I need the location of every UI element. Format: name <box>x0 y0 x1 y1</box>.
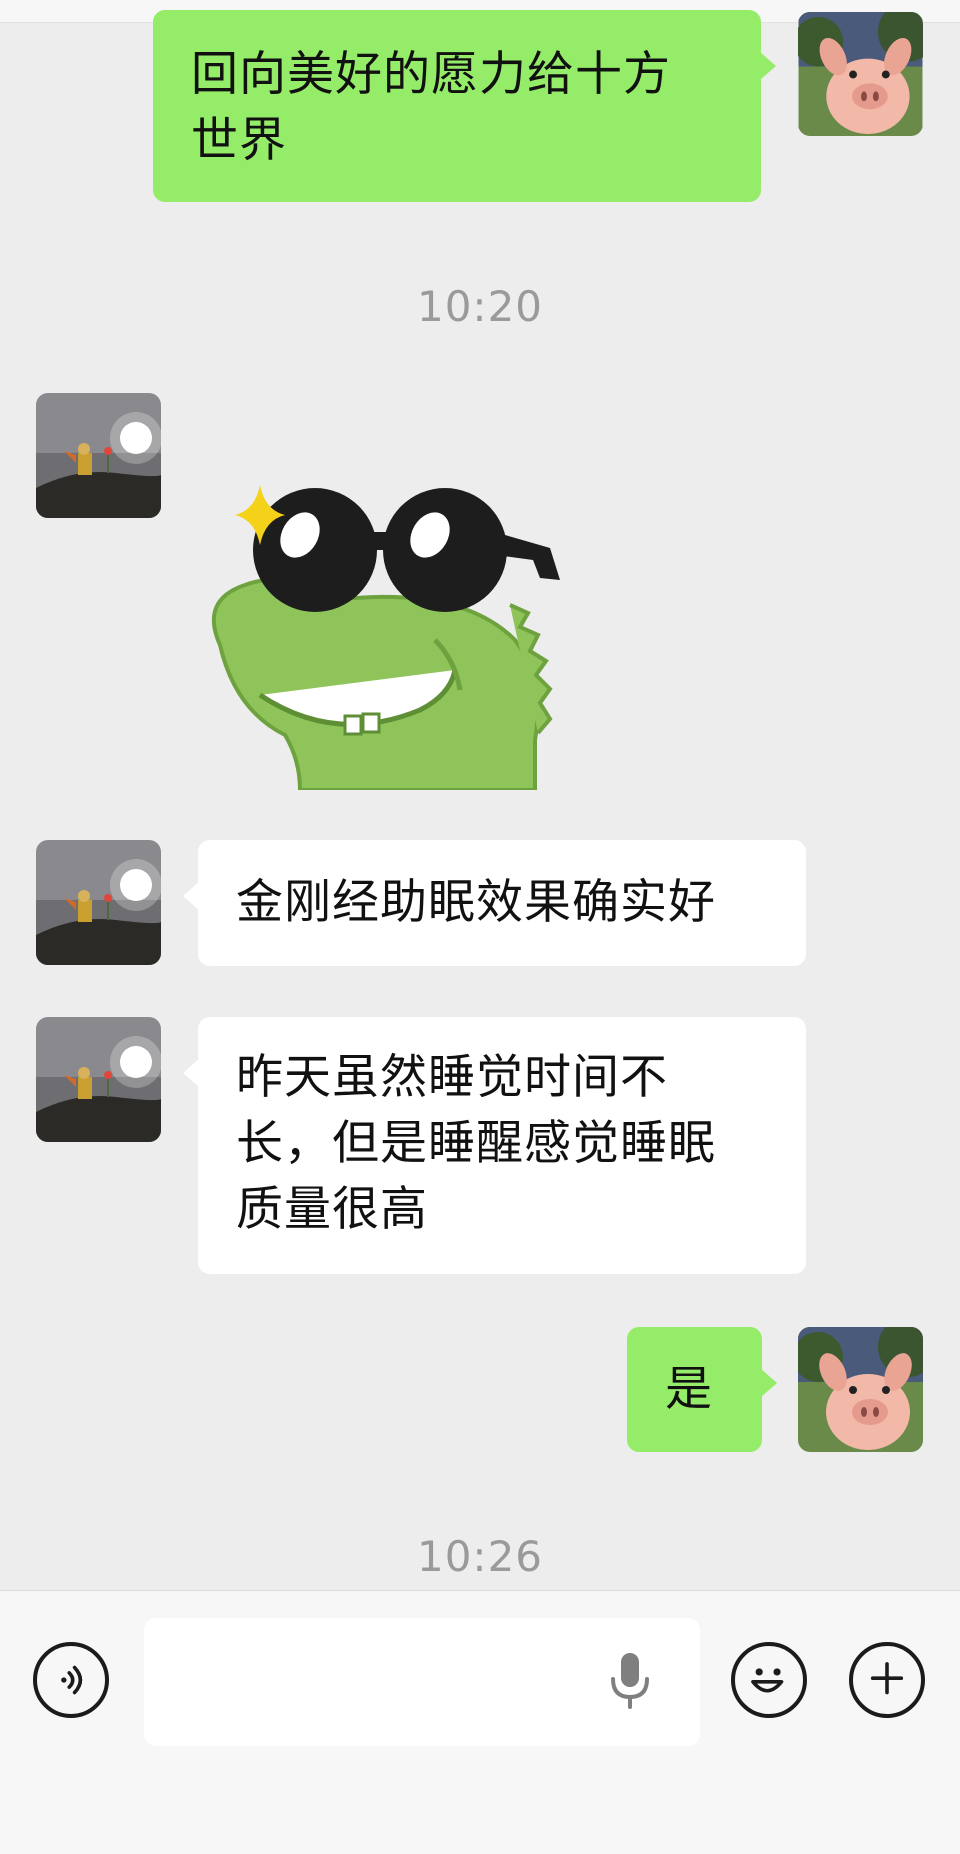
voice-icon <box>61 1665 83 1695</box>
contact-avatar[interactable] <box>36 1017 161 1142</box>
emoji-button[interactable] <box>731 1642 807 1718</box>
incoming-message-bubble[interactable]: 昨天虽然睡觉时间不 长，但是睡醒感觉睡眠 质量很高 <box>183 1017 806 1274</box>
my-avatar[interactable] <box>798 12 923 136</box>
my-avatar[interactable] <box>798 1327 923 1452</box>
outgoing-message-bubble[interactable]: 回向美好的愿力给十方 世界 <box>153 10 776 202</box>
green-dinosaur-sunglasses-sticker[interactable] <box>205 480 595 792</box>
contact-avatar[interactable] <box>36 393 161 518</box>
message-line: 回向美好的愿力给十方 <box>191 47 671 102</box>
outgoing-message-bubble[interactable]: 是 <box>627 1327 777 1452</box>
message-line: 长，但是睡醒感觉睡眠 <box>236 1116 716 1171</box>
message-line: 是 <box>665 1362 713 1417</box>
plus-icon <box>870 1662 904 1695</box>
microphone-icon[interactable] <box>605 1651 655 1711</box>
more-options-button[interactable] <box>849 1642 925 1718</box>
chat-input-bar <box>0 1590 960 1854</box>
message-timestamp: 10:20 <box>416 282 544 331</box>
message-line: 质量很高 <box>236 1182 428 1237</box>
contact-avatar[interactable] <box>36 840 161 965</box>
voice-button[interactable] <box>33 1642 109 1718</box>
message-line: 金刚经助眠效果确实好 <box>236 875 716 930</box>
incoming-message-bubble[interactable]: 金刚经助眠效果确实好 <box>183 840 806 966</box>
message-timestamp: 10:26 <box>416 1532 544 1581</box>
message-line: 昨天虽然睡觉时间不 <box>236 1050 668 1105</box>
emoji-icon <box>751 1668 784 1693</box>
message-line: 世界 <box>191 113 287 168</box>
